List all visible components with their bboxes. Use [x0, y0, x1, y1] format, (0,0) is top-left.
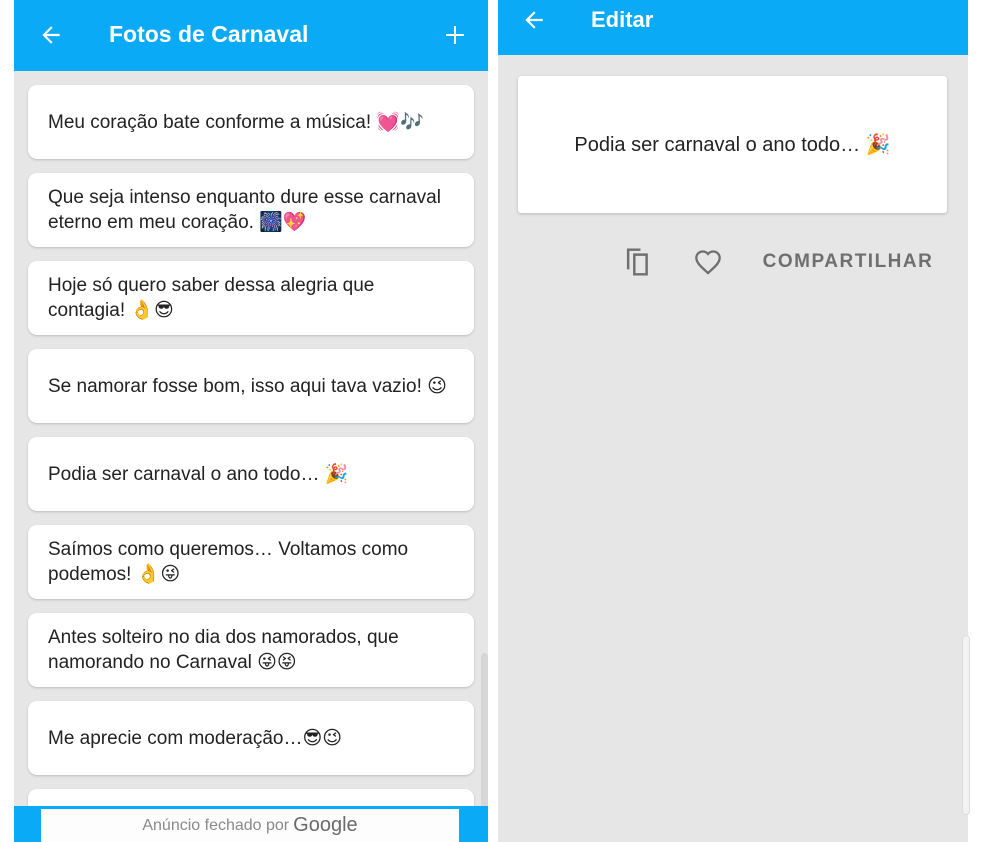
phrase-text: Que seja intenso enquanto dure esse carn…	[48, 187, 441, 233]
screen-edge	[968, 0, 984, 842]
phrase-list-screen: Fotos de Carnaval Meu coração bate confo…	[14, 0, 488, 842]
page-title: Fotos de Carnaval	[109, 21, 309, 47]
edit-screen: Editar Podia ser carnaval o ano todo… 🎉 …	[498, 0, 968, 842]
app-bar: Editar	[498, 0, 968, 55]
phrase-card[interactable]: Meu coração bate conforme a música! 💓🎶	[28, 85, 474, 159]
action-bar: COMPARTILHAR	[618, 240, 948, 284]
phrase-card[interactable]: Saímos como queremos… Voltamos como pode…	[28, 525, 474, 599]
ad-banner: Anúncio fechado por Google	[14, 806, 488, 842]
arrow-left-icon[interactable]	[31, 15, 71, 55]
google-logo: Google	[293, 814, 358, 836]
ad-closed-notice[interactable]: Anúncio fechado por Google	[41, 809, 459, 842]
phrase-text: Antes solteiro no dia dos namorados, que…	[48, 627, 399, 673]
arrow-left-icon[interactable]	[514, 0, 554, 40]
phrase-card[interactable]: Podia ser carnaval o ano todo… 🎉	[28, 437, 474, 511]
phrase-text: Podia ser carnaval o ano todo… 🎉	[48, 463, 349, 485]
scrollbar[interactable]	[962, 635, 970, 815]
share-button[interactable]: COMPARTILHAR	[760, 240, 936, 284]
phrase-card[interactable]: Que seja intenso enquanto dure esse carn…	[28, 173, 474, 247]
edit-phrase-card[interactable]: Podia ser carnaval o ano todo… 🎉	[518, 76, 947, 213]
ad-text: Anúncio fechado por	[142, 816, 290, 834]
copy-icon[interactable]	[618, 240, 658, 284]
phrase-text: Meu coração bate conforme a música! 💓🎶	[48, 111, 424, 133]
phrase-text: Hoje só quero saber dessa alegria que co…	[48, 275, 375, 321]
phrase-text: Se namorar fosse bom, isso aqui tava vaz…	[48, 375, 447, 397]
phrase-card[interactable]: Antes solteiro no dia dos namorados, que…	[28, 613, 474, 687]
heart-outline-icon[interactable]	[686, 240, 730, 284]
share-label: COMPARTILHAR	[762, 251, 934, 272]
phrase-card[interactable]: Se namorar fosse bom, isso aqui tava vaz…	[28, 349, 474, 423]
edit-phrase-text: Podia ser carnaval o ano todo… 🎉	[574, 134, 891, 156]
plus-icon[interactable]	[435, 15, 475, 55]
phrase-text: Saímos como queremos… Voltamos como pode…	[48, 539, 409, 585]
phrase-card[interactable]: Me aprecie com moderação…😎😉	[28, 701, 474, 775]
app-bar: Fotos de Carnaval	[14, 0, 488, 71]
panel-divider	[488, 0, 498, 842]
page-title: Editar	[591, 7, 654, 32]
phrase-text: Me aprecie com moderação…😎😉	[48, 727, 343, 749]
phrase-card[interactable]: Hoje só quero saber dessa alegria que co…	[28, 261, 474, 335]
